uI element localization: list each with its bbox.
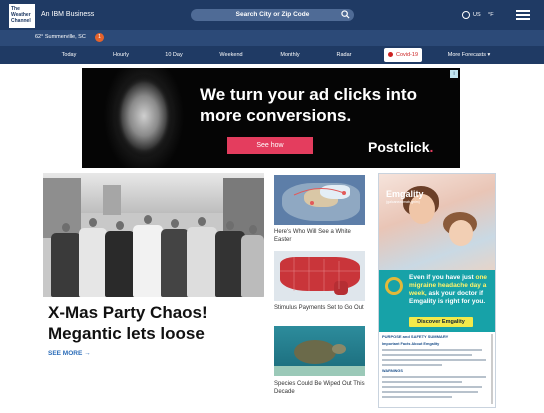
pitch-line: Even if you have just (409, 274, 474, 281)
text-line (382, 354, 472, 356)
text-line (382, 396, 452, 398)
ad-cta-button[interactable]: See how (227, 137, 313, 154)
text-line (382, 364, 442, 366)
globe-icon[interactable] (462, 11, 470, 19)
nav-10-day[interactable]: 10 Day (162, 46, 186, 64)
location-bar: 62° Summerville, SC 1 (0, 30, 544, 46)
feature-building (103, 185, 121, 215)
turtle-head (332, 344, 346, 354)
text-line (382, 391, 478, 393)
feature-head (198, 217, 206, 226)
side-ad-scrollbar[interactable] (491, 334, 493, 404)
side-ad-logo: Emgality (386, 189, 424, 199)
map-state-lines (280, 257, 360, 291)
side-ad[interactable]: Emgality (galcanezumab-gnlm) Even if you… (378, 173, 496, 408)
nav-covid-label: Covid-19 (396, 52, 419, 58)
ad-brand-logo: Postclick. (368, 139, 433, 155)
story-image-us-map[interactable] (274, 251, 365, 301)
feature-head (144, 215, 152, 224)
banner-ad[interactable]: We turn your ad clicks into more convers… (82, 68, 460, 168)
search-placeholder: Search City or Zip Code (235, 11, 310, 18)
see-more-link[interactable]: SEE MORE → (48, 350, 91, 357)
feature-head (62, 223, 70, 232)
current-location[interactable]: 62° Summerville, SC (35, 34, 86, 40)
nav-weekend[interactable]: Weekend (217, 46, 245, 64)
nav-monthly[interactable]: Monthly (276, 46, 304, 64)
sea-floor (274, 366, 365, 376)
feature-person (241, 235, 264, 297)
adchoices-icon[interactable]: i (450, 70, 458, 78)
brand-tagline: An IBM Business (41, 11, 95, 18)
safety-subtitle: Important Facts About Emgality (382, 342, 440, 346)
menu-icon[interactable] (516, 10, 530, 20)
side-ad-logo-sub: (galcanezumab-gnlm) (386, 200, 420, 204)
feature-image[interactable] (43, 173, 264, 297)
feature-person (79, 228, 107, 297)
feature-head (89, 218, 97, 227)
feature-head (249, 225, 257, 234)
search-icon[interactable] (341, 10, 350, 19)
ad-portrait-shadow (104, 68, 184, 168)
top-header: The Weather Channel An IBM Business Sear… (0, 0, 544, 30)
text-line (382, 359, 486, 361)
covid-dot-icon (388, 52, 393, 58)
feature-person (187, 227, 217, 297)
safety-title: PURPOSE and SAFETY SUMMARY (382, 334, 449, 339)
feature-head (171, 219, 179, 228)
story-caption[interactable]: Stimulus Payments Set to Go Out (274, 304, 365, 312)
search-input[interactable]: Search City or Zip Code (191, 9, 354, 21)
feature-person (161, 229, 189, 297)
feature-head (226, 221, 234, 230)
side-ad-face (449, 220, 473, 246)
text-line (382, 381, 462, 383)
feature-head (116, 221, 124, 230)
nav-hourly[interactable]: Hourly (110, 46, 132, 64)
text-line (382, 386, 482, 388)
ad-brand-dot: . (429, 139, 434, 155)
nav-radar[interactable]: Radar (333, 46, 355, 64)
locale-selector[interactable]: US (473, 12, 481, 18)
calendar-ring-icon (385, 277, 403, 295)
feature-person (105, 231, 135, 297)
feature-person (51, 233, 81, 297)
text-line (382, 349, 482, 351)
ad-headline: We turn your ad clicks into more convers… (200, 85, 417, 125)
feature-headline[interactable]: X-Mas Party Chaos! Megantic lets loose (48, 302, 258, 344)
side-ad-pitch: Even if you have just one migraine heada… (409, 274, 495, 306)
warnings-heading: WARNINGS (382, 369, 403, 373)
text-line (382, 376, 486, 378)
story-image-turtle[interactable] (274, 326, 365, 376)
story-caption[interactable]: Species Could Be Wiped Out This Decade (274, 380, 365, 396)
nav-more-label: More Forecasts (447, 52, 486, 58)
nav-covid-19[interactable]: Covid-19 (384, 48, 423, 62)
feature-person (133, 225, 163, 297)
ad-brand-name: Postclick (368, 139, 430, 155)
nav-today[interactable]: Today (58, 46, 80, 64)
unit-selector[interactable]: °F (488, 12, 494, 18)
discover-button[interactable]: Discover Emgality (409, 317, 473, 327)
alert-badge[interactable]: 1 (95, 33, 104, 42)
chevron-down-icon: ▾ (487, 52, 491, 58)
weather-channel-logo[interactable]: The Weather Channel (9, 4, 35, 28)
story-caption[interactable]: Here's Who Will See a White Easter (274, 228, 365, 244)
forecast-nav: Today Hourly 10 Day Weekend Monthly Rada… (0, 46, 544, 64)
story-image-map[interactable] (274, 175, 365, 225)
side-ad-safety-info: PURPOSE and SAFETY SUMMARY Important Fac… (379, 332, 495, 407)
turtle-shell (294, 340, 336, 364)
map-storm-lines (293, 188, 346, 205)
nav-more-forecasts[interactable]: More Forecasts ▾ (443, 46, 495, 64)
